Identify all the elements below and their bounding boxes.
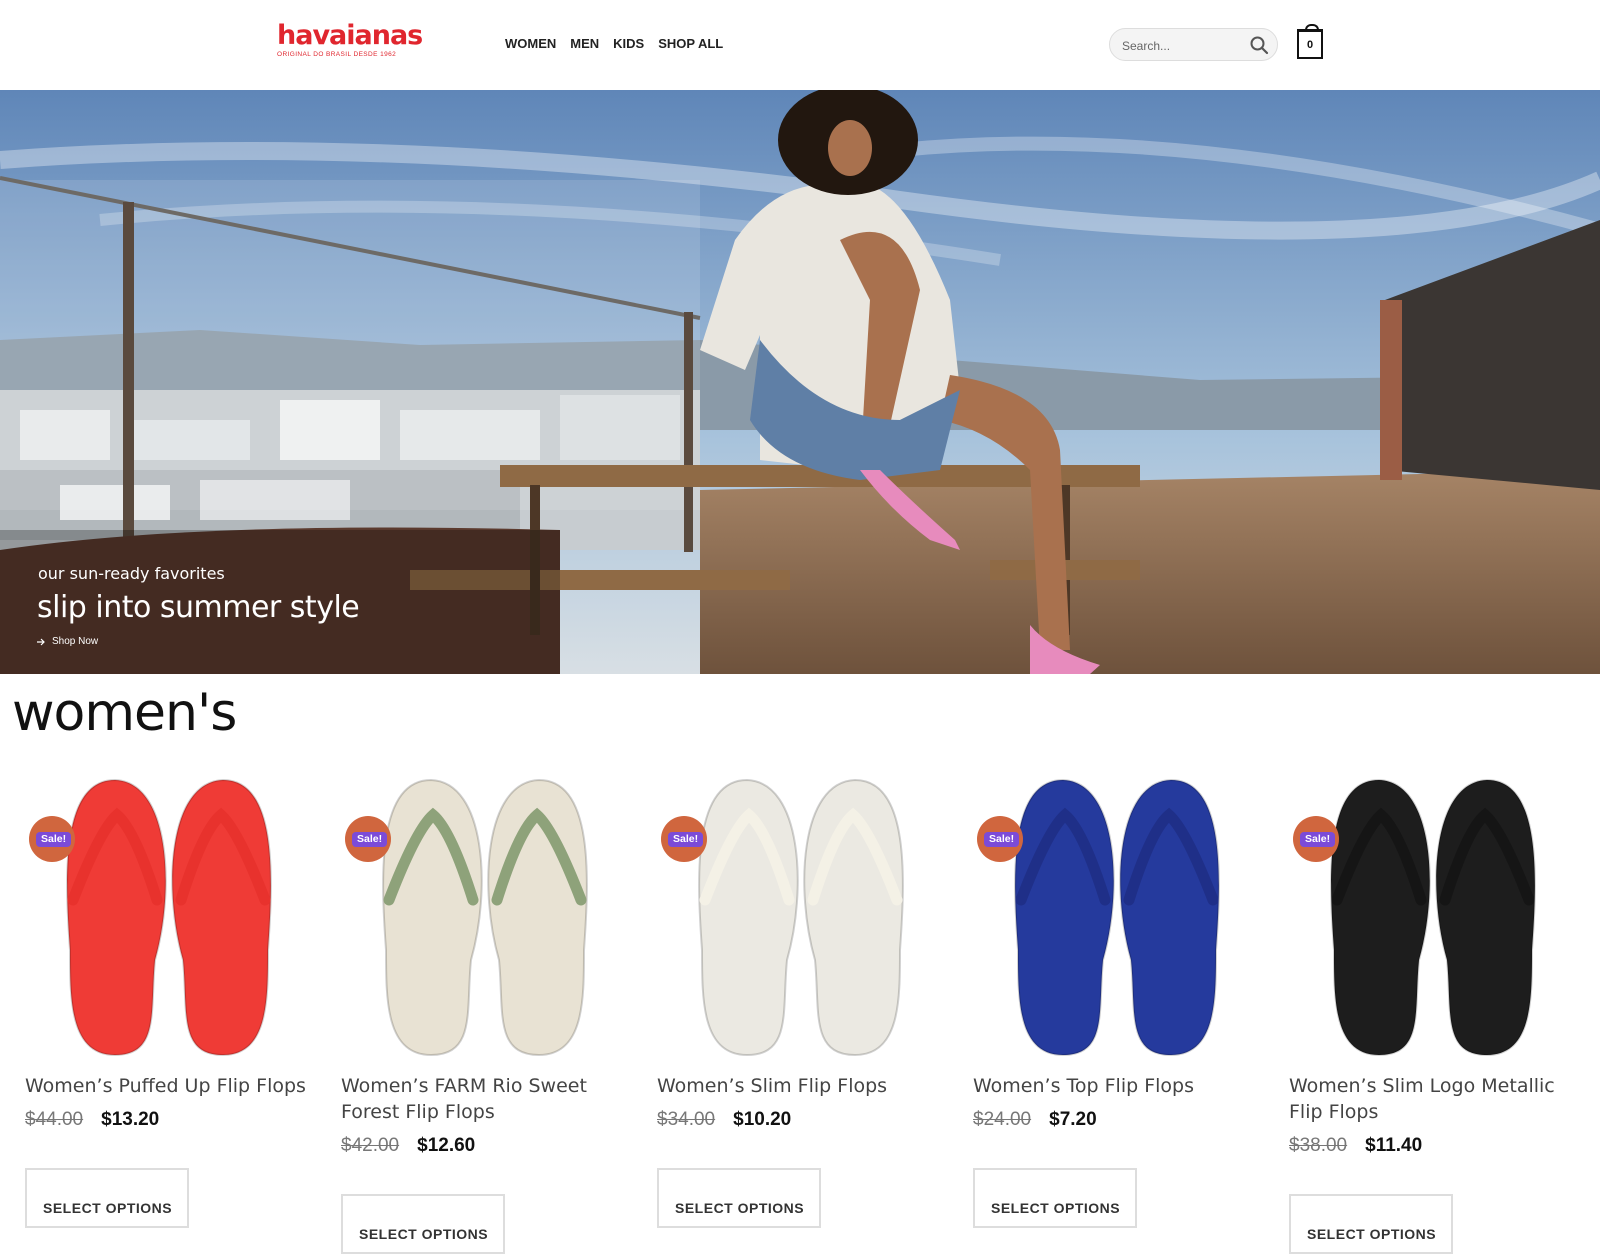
hero-banner[interactable]: our sun-ready favorites slip into summer… [0, 90, 1600, 674]
product-name[interactable]: Women’s Slim Logo Metallic Flip Flops [1289, 1073, 1575, 1125]
product-name[interactable]: Women’s Top Flip Flops [973, 1073, 1259, 1099]
cart-count: 0 [1306, 38, 1314, 51]
select-options-button[interactable]: SELECT OPTIONS [973, 1168, 1137, 1228]
sandal-shape [1435, 778, 1536, 1057]
sandal-shape [487, 778, 588, 1057]
sandal-shape [803, 778, 904, 1057]
sale-badge-label: Sale! [668, 832, 704, 847]
original-price: $44.00 [25, 1109, 84, 1130]
search-icon[interactable] [1249, 35, 1269, 55]
nav-item-shop-all[interactable]: SHOP ALL [658, 36, 723, 51]
original-price: $34.00 [657, 1109, 716, 1130]
select-options-button[interactable]: SELECT OPTIONS [657, 1168, 821, 1228]
product-price: $38.00 $11.40 [1289, 1135, 1422, 1157]
nav-item-kids[interactable]: KIDS [613, 36, 644, 51]
main-nav: WOMEN MEN KIDS SHOP ALL [505, 36, 723, 51]
sandal-shape [382, 778, 483, 1057]
sale-price: $12.60 [417, 1135, 476, 1156]
product-name[interactable]: Women’s Slim Flip Flops [657, 1073, 943, 1099]
product-image[interactable] [341, 770, 627, 1060]
sandal-shape [698, 778, 799, 1057]
sandal-shape [171, 778, 272, 1057]
sandal-shape [1119, 778, 1220, 1057]
sandal-shape [1014, 778, 1115, 1057]
section-title: women's [12, 683, 237, 743]
original-price: $42.00 [341, 1135, 400, 1156]
search-input[interactable] [1120, 36, 1244, 56]
cart-icon [1305, 24, 1319, 32]
sandal-shape [66, 778, 167, 1057]
sale-badge-label: Sale! [984, 832, 1020, 847]
hero-shop-now-link[interactable]: Shop Now [37, 636, 98, 647]
search-box [1109, 28, 1278, 61]
hero-headline: slip into summer style [37, 590, 360, 625]
sale-badge: Sale! [29, 816, 75, 862]
sale-price: $11.40 [1365, 1135, 1423, 1156]
sale-price: $13.20 [101, 1109, 160, 1130]
cart-button[interactable]: 0 [1297, 24, 1323, 59]
sandal-shape [1330, 778, 1431, 1057]
brand-wordmark: havaianas [277, 20, 423, 51]
product-price: $24.00 $7.20 [973, 1109, 1097, 1131]
product-name[interactable]: Women’s FARM Rio Sweet Forest Flip Flops [341, 1073, 627, 1125]
product-image[interactable] [973, 770, 1259, 1060]
hero-cta-label: Shop Now [52, 636, 99, 647]
sale-badge: Sale! [1293, 816, 1339, 862]
sale-badge: Sale! [977, 816, 1023, 862]
select-options-button[interactable]: SELECT OPTIONS [1289, 1194, 1453, 1254]
hero-kicker: our sun-ready favorites [38, 564, 225, 583]
sale-badge-label: Sale! [36, 832, 72, 847]
original-price: $38.00 [1289, 1135, 1348, 1156]
product-image[interactable] [657, 770, 943, 1060]
select-options-button[interactable]: SELECT OPTIONS [341, 1194, 505, 1254]
hero-image [0, 90, 1600, 674]
brand-tagline: ORIGINAL DO BRASIL DESDE 1962 [277, 51, 397, 58]
arrow-right-icon [37, 638, 45, 645]
nav-item-men[interactable]: MEN [570, 36, 599, 51]
select-options-button[interactable]: SELECT OPTIONS [25, 1168, 189, 1228]
product-name[interactable]: Women’s Puffed Up Flip Flops [25, 1073, 311, 1099]
sale-badge-label: Sale! [352, 832, 388, 847]
brand-logo[interactable]: havaianas ORIGINAL DO BRASIL DESDE 1962 [277, 20, 423, 59]
sale-badge-label: Sale! [1300, 832, 1336, 847]
nav-item-women[interactable]: WOMEN [505, 36, 556, 51]
product-price: $34.00 $10.20 [657, 1109, 791, 1131]
product-image[interactable] [25, 770, 311, 1060]
sale-badge: Sale! [661, 816, 707, 862]
product-price: $42.00 $12.60 [341, 1135, 475, 1157]
original-price: $24.00 [973, 1109, 1032, 1130]
sale-price: $10.20 [733, 1109, 792, 1130]
product-price: $44.00 $13.20 [25, 1109, 159, 1131]
site-header: havaianas ORIGINAL DO BRASIL DESDE 1962 … [0, 0, 1600, 90]
product-image[interactable] [1289, 770, 1575, 1060]
sale-price: $7.20 [1049, 1109, 1097, 1130]
sale-badge: Sale! [345, 816, 391, 862]
